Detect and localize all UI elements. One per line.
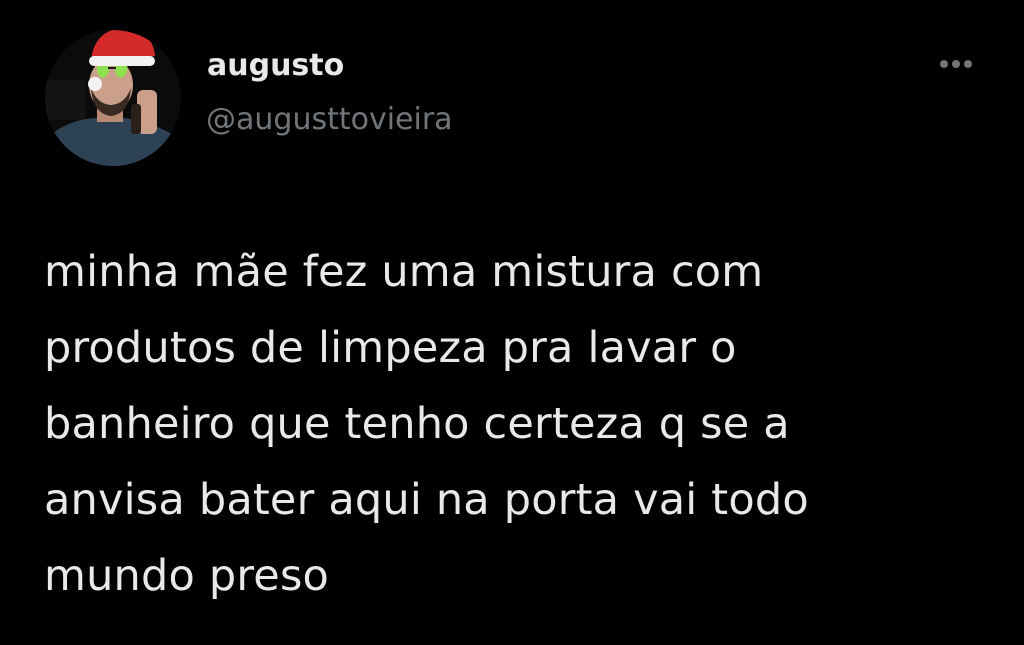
more-options-ellipsis-icon bbox=[940, 60, 972, 68]
more-options-button[interactable] bbox=[928, 46, 984, 82]
avatar[interactable] bbox=[45, 30, 181, 166]
tweet-card: augusto @augusttovieira minha mãe fez um… bbox=[0, 0, 1024, 645]
author-display-name[interactable]: augusto bbox=[207, 46, 344, 86]
profile-photo-santa-hat-icon bbox=[45, 30, 181, 166]
author-handle[interactable]: @augusttovieira bbox=[206, 100, 453, 140]
tweet-text: minha mãe fez uma mistura com produtos d… bbox=[44, 247, 809, 601]
